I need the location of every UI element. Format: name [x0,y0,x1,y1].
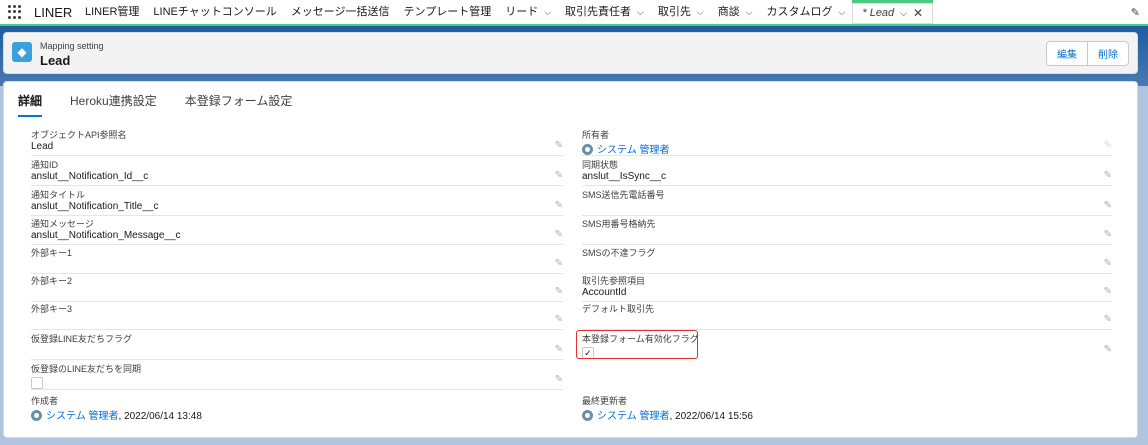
edit-pencil-icon[interactable]: ✎ [555,170,563,181]
field-external-key-1: 外部キー1 ✎ [31,246,563,274]
field-temp-friend-flag: 仮登録LINE友だちフラグ ✎ [31,332,563,360]
chevron-down-icon[interactable]: ⌵ [900,3,907,24]
field-created-by: 作成者 システム 管理者, 2022/06/14 13:48 [31,396,202,422]
record-header: ◆ Mapping setting Lead 編集 削除 [3,32,1138,74]
edit-nav-pencil-icon[interactable]: ✎ [1131,6,1140,19]
record-type: Mapping setting [40,41,104,51]
nav-tab-line-chat-console[interactable]: LINEチャットコンソール [146,0,283,24]
chevron-down-icon[interactable]: ⌵ [746,0,753,24]
nav-tab-opportunity[interactable]: 商談 ⌵ [711,0,760,24]
field-object-api: オブジェクトAPI参照名 Lead ✎ [31,128,563,156]
modified-by-user-link[interactable]: システム 管理者 [597,411,669,422]
field-account-ref: 取引先参照項目 AccountId ✎ [582,274,1112,302]
edit-pencil-icon[interactable]: ✎ [1104,344,1112,355]
chevron-down-icon[interactable]: ⌵ [637,0,644,24]
delete-button[interactable]: 削除 [1087,42,1128,65]
edit-button[interactable]: 編集 [1047,42,1087,65]
field-notification-title: 通知タイトル anslut__Notification_Title__c ✎ [31,188,563,216]
highlight-box [576,330,698,359]
change-owner-icon[interactable]: ✎ [1104,140,1112,151]
app-name: LINER [34,5,73,20]
field-notification-message: 通知メッセージ anslut__Notification_Message__c … [31,217,563,245]
detail-tabs: 詳細 Heroku連携設定 本登録フォーム設定 [18,92,320,117]
edit-pencil-icon[interactable]: ✎ [1104,258,1112,269]
nav-tab-custom-log[interactable]: カスタムログ ⌵ [760,0,853,24]
edit-pencil-icon[interactable]: ✎ [555,140,563,151]
record-title: Lead [40,53,71,68]
temp-friend-sync-checkbox[interactable] [31,377,43,389]
object-cube-icon: ◆ [12,42,32,62]
edit-pencil-icon[interactable]: ✎ [555,258,563,269]
tab-heroku[interactable]: Heroku連携設定 [70,92,157,117]
nav-tab-template[interactable]: テンプレート管理 [397,0,499,24]
edit-pencil-icon[interactable]: ✎ [555,229,563,240]
nav-tab-account[interactable]: 取引先 ⌵ [651,0,711,24]
field-external-key-2: 外部キー2 ✎ [31,274,563,302]
app-launcher-icon[interactable] [8,5,22,19]
field-owner: 所有者 システム 管理者 ✎ [582,130,1112,156]
edit-pencil-icon[interactable]: ✎ [1104,170,1112,181]
chevron-down-icon[interactable]: ⌵ [544,0,551,24]
field-default-account: デフォルト取引先 ✎ [582,302,1112,330]
field-sync-status: 同期状態 anslut__IsSync__c ✎ [582,158,1112,186]
edit-pencil-icon[interactable]: ✎ [555,314,563,325]
global-nav: LINER LINER管理 LINEチャットコンソール メッセージ一括送信 テン… [0,0,1148,26]
edit-pencil-icon[interactable]: ✎ [555,374,563,385]
nav-tab-lead-record[interactable]: * Lead ⌵ ✕ [852,0,934,24]
edit-pencil-icon[interactable]: ✎ [555,344,563,355]
field-external-key-3: 外部キー3 ✎ [31,302,563,330]
field-modified-by: 最終更新者 システム 管理者, 2022/06/14 15:56 [582,396,753,422]
edit-pencil-icon[interactable]: ✎ [1104,286,1112,297]
edit-pencil-icon[interactable]: ✎ [555,286,563,297]
field-temp-friend-sync: 仮登録のLINE友だちを同期 ✎ [31,362,563,390]
edit-pencil-icon[interactable]: ✎ [1104,229,1112,240]
edit-pencil-icon[interactable]: ✎ [1104,314,1112,325]
field-notification-id: 通知ID anslut__Notification_Id__c ✎ [31,158,563,186]
created-by-user-link[interactable]: システム 管理者 [46,411,118,422]
nav-tab-bulk-message[interactable]: メッセージ一括送信 [284,0,397,24]
user-avatar-icon [582,144,593,155]
nav-tabs: LINER管理 LINEチャットコンソール メッセージ一括送信 テンプレート管理… [78,0,934,24]
nav-tab-contact[interactable]: 取引先責任者 ⌵ [558,0,651,24]
chevron-down-icon[interactable]: ⌵ [697,0,704,24]
field-sms-phone: SMS送信先電話番号 ✎ [582,188,1112,216]
edit-pencil-icon[interactable]: ✎ [555,200,563,211]
edit-pencil-icon[interactable]: ✎ [1104,200,1112,211]
tab-details[interactable]: 詳細 [18,92,43,117]
header-actions: 編集 削除 [1046,41,1129,66]
field-sms-unreachable: SMSの不達フラグ ✎ [582,246,1112,274]
nav-tab-liner-admin[interactable]: LINER管理 [78,0,146,24]
user-avatar-icon [582,410,593,421]
tab-registration-form[interactable]: 本登録フォーム設定 [185,92,293,117]
chevron-down-icon[interactable]: ⌵ [839,0,846,24]
user-avatar-icon [31,410,42,421]
field-sms-store: SMS用番号格納先 ✎ [582,217,1112,245]
close-icon[interactable]: ✕ [913,3,923,24]
nav-tab-lead[interactable]: リード ⌵ [498,0,558,24]
